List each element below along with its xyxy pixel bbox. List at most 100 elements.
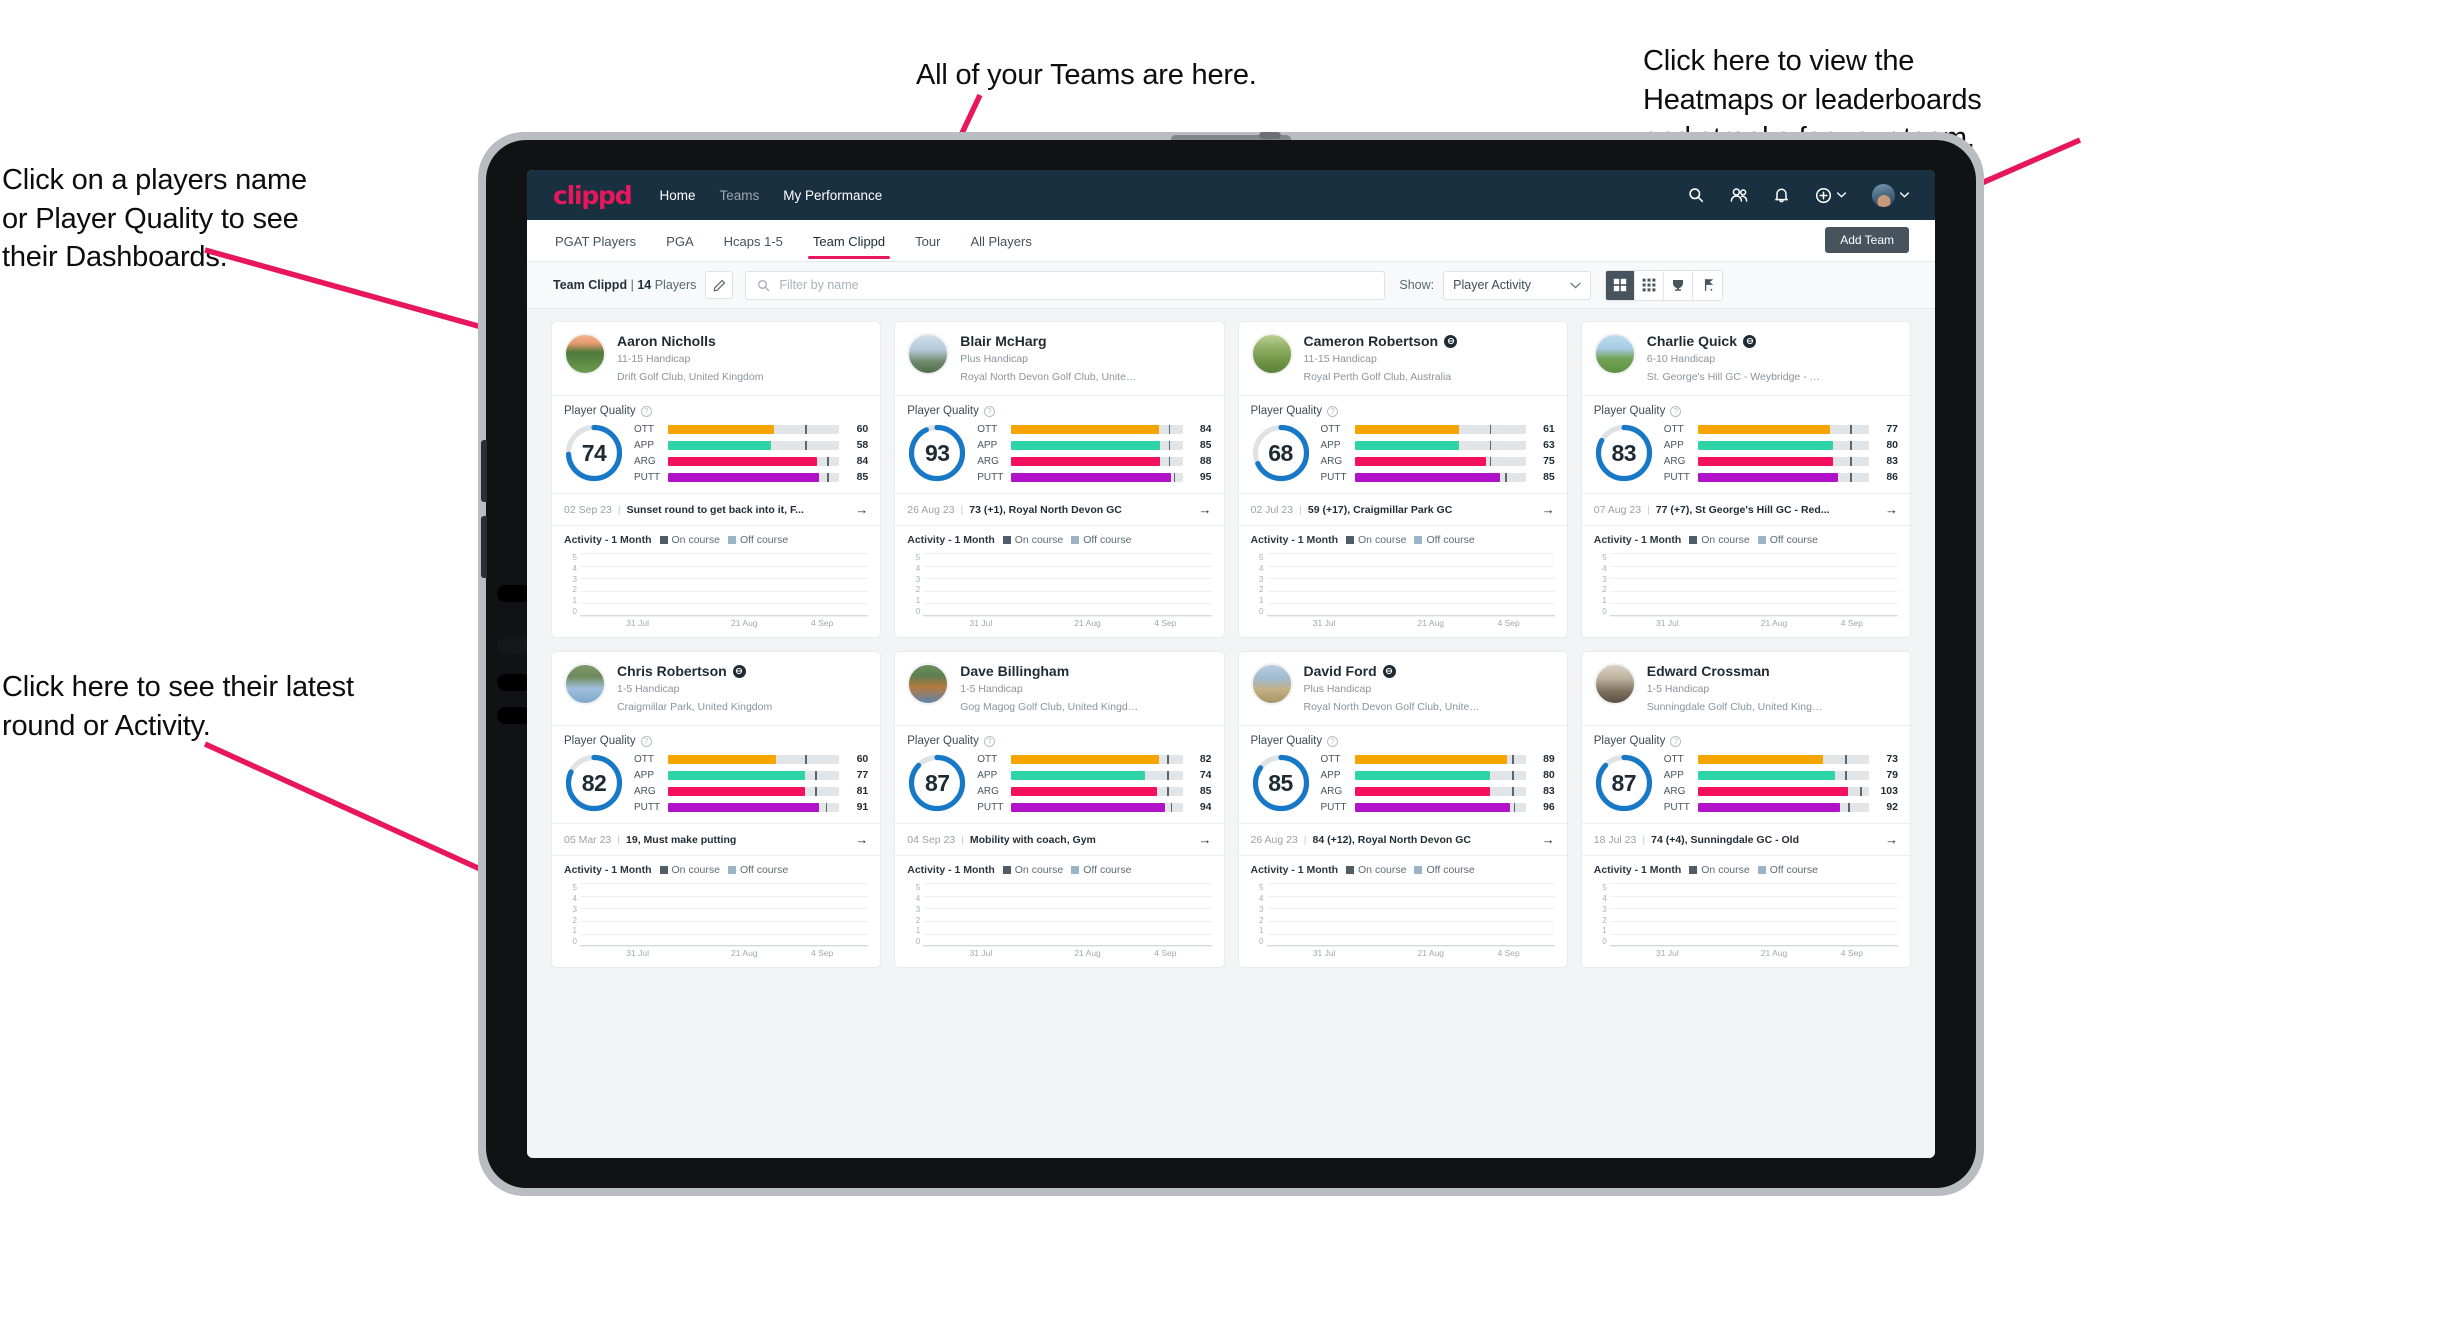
metric-benchmark-tick	[1848, 802, 1850, 812]
player-name-row[interactable]: Edward Crossman	[1647, 663, 1898, 679]
player-name-row[interactable]: Cameron Robertson	[1304, 333, 1555, 349]
player-name-row[interactable]: Chris Robertson	[617, 663, 868, 679]
player-card-header[interactable]: Dave Billingham 1-5 Handicap Gog Magog G…	[895, 652, 1223, 725]
tab-tour[interactable]: Tour	[913, 223, 942, 259]
player-card-header[interactable]: Charlie Quick 6-10 Handicap St. George's…	[1582, 322, 1910, 395]
arrow-right-icon[interactable]: →	[1542, 832, 1555, 847]
metric-bar-fill	[668, 802, 819, 812]
arrow-right-icon[interactable]: →	[1542, 502, 1555, 517]
chart-bars	[1267, 883, 1555, 945]
tablet-volume-up[interactable]	[481, 440, 487, 502]
tab-pgat-players[interactable]: PGAT Players	[553, 223, 638, 259]
player-quality-section[interactable]: Player Quality ? 87 OTT 73 APP 79 ARG 10…	[1581, 725, 1910, 823]
player-card-header[interactable]: Chris Robertson 1-5 Handicap Craigmillar…	[552, 652, 880, 725]
help-icon[interactable]: ?	[640, 405, 652, 417]
bell-icon[interactable]	[1774, 187, 1789, 203]
arrow-right-icon[interactable]: →	[1885, 502, 1898, 517]
player-card[interactable]: Cameron Robertson 11-15 Handicap Royal P…	[1237, 321, 1568, 639]
player-quality-section[interactable]: Player Quality ? 68 OTT 61 APP 63 ARG 75…	[1238, 395, 1567, 493]
flag-course-view-button[interactable]	[1693, 271, 1722, 300]
nav-home[interactable]: Home	[659, 188, 695, 203]
player-quality-section[interactable]: Player Quality ? 85 OTT 89 APP 80 ARG 83…	[1238, 725, 1567, 823]
metric-value: 91	[856, 801, 869, 814]
player-card-header[interactable]: David Ford Plus Handicap Royal North Dev…	[1239, 652, 1567, 725]
player-card-header[interactable]: Aaron Nicholls 11-15 Handicap Drift Golf…	[552, 322, 880, 395]
player-name: Aaron Nicholls	[617, 333, 716, 349]
pencil-icon[interactable]	[705, 271, 734, 299]
team-separator: |	[630, 278, 634, 292]
latest-activity-row[interactable]: 04 Sep 23 | Mobility with coach, Gym →	[895, 823, 1224, 855]
metric-bar-fill	[1011, 786, 1157, 796]
arrow-right-icon[interactable]: →	[1199, 832, 1212, 847]
player-card[interactable]: Blair McHarg Plus Handicap Royal North D…	[894, 321, 1225, 639]
chart-ytick: 2	[1602, 585, 1607, 595]
latest-activity-row[interactable]: 26 Aug 23 | 73 (+1), Royal North Devon G…	[895, 493, 1224, 525]
metric-bar-track	[1011, 802, 1183, 812]
player-quality-section[interactable]: Player Quality ? 93 OTT 84 APP 85 ARG 88…	[895, 395, 1224, 493]
show-select[interactable]: Player Activity	[1443, 270, 1592, 300]
player-card-header[interactable]: Cameron Robertson 11-15 Handicap Royal P…	[1239, 322, 1567, 395]
player-card-header[interactable]: Blair McHarg Plus Handicap Royal North D…	[895, 322, 1223, 395]
latest-activity-row[interactable]: 07 Aug 23 | 77 (+7), St George's Hill GC…	[1581, 493, 1910, 525]
player-name-row[interactable]: Blair McHarg	[960, 333, 1211, 349]
player-card[interactable]: Charlie Quick 6-10 Handicap St. George's…	[1580, 321, 1911, 639]
avatar[interactable]	[1872, 183, 1909, 207]
tablet-volume-down[interactable]	[481, 516, 487, 578]
quality-metric-row: ARG 103	[1664, 785, 1898, 797]
player-card[interactable]: Dave Billingham 1-5 Handicap Gog Magog G…	[894, 651, 1225, 969]
player-card[interactable]: David Ford Plus Handicap Royal North Dev…	[1237, 651, 1568, 969]
clippd-logo[interactable]: clippd	[553, 181, 633, 210]
grid-dense-view-button[interactable]	[1635, 270, 1665, 300]
latest-activity-row[interactable]: 05 Mar 23 | 19, Must make putting →	[552, 823, 881, 855]
chart-ytick: 2	[572, 915, 577, 925]
quality-metric-row: APP 63	[1321, 439, 1555, 451]
player-name-row[interactable]: Charlie Quick	[1647, 333, 1898, 349]
help-icon[interactable]: ?	[1327, 405, 1339, 417]
add-team-button[interactable]: Add Team	[1825, 227, 1909, 253]
chart-ytick: 1	[1259, 596, 1264, 606]
player-card[interactable]: Aaron Nicholls 11-15 Handicap Drift Golf…	[551, 321, 882, 639]
latest-activity-row[interactable]: 26 Aug 23 | 84 (+12), Royal North Devon …	[1238, 823, 1567, 855]
nav-teams[interactable]: Teams	[719, 188, 759, 203]
help-icon[interactable]: ?	[983, 405, 995, 417]
search-icon[interactable]	[1688, 187, 1704, 203]
player-card-header[interactable]: Edward Crossman 1-5 Handicap Sunningdale…	[1582, 652, 1910, 725]
player-name-row[interactable]: Dave Billingham	[960, 663, 1211, 679]
latest-activity-row[interactable]: 02 Sep 23 | Sunset round to get back int…	[552, 493, 881, 525]
latest-activity-row[interactable]: 18 Jul 23 | 74 (+4), Sunningdale GC - Ol…	[1581, 823, 1910, 855]
help-icon[interactable]: ?	[1670, 735, 1682, 747]
help-icon[interactable]: ?	[983, 735, 995, 747]
tab-hcaps-1-5[interactable]: Hcaps 1-5	[722, 223, 785, 259]
metric-label: APP	[977, 769, 998, 781]
latest-text: 84 (+12), Royal North Devon GC	[1312, 833, 1471, 846]
help-icon[interactable]: ?	[640, 735, 652, 747]
tab-all-players[interactable]: All Players	[968, 223, 1033, 259]
tab-team-clippd[interactable]: Team Clippd	[807, 223, 891, 259]
search-input[interactable]: Filter by name	[745, 270, 1386, 300]
metric-bar-fill	[1011, 424, 1159, 434]
player-quality-section[interactable]: Player Quality ? 74 OTT 60 APP 58 ARG 84…	[552, 395, 881, 493]
player-name-row[interactable]: Aaron Nicholls	[617, 333, 868, 349]
grid-large-view-button[interactable]	[1606, 270, 1636, 300]
arrow-right-icon[interactable]: →	[855, 502, 868, 517]
nav-my-performance[interactable]: My Performance	[783, 188, 882, 203]
arrow-right-icon[interactable]: →	[855, 832, 868, 847]
player-quality-section[interactable]: Player Quality ? 87 OTT 82 APP 74 ARG 85…	[895, 725, 1224, 823]
legend-on-course-label: On course	[1014, 864, 1064, 877]
help-icon[interactable]: ?	[1670, 405, 1682, 417]
arrow-right-icon[interactable]: →	[1199, 502, 1212, 517]
arrow-right-icon[interactable]: →	[1885, 832, 1898, 847]
metric-label: ARG	[1663, 455, 1686, 467]
trophy-leaderboard-view-button[interactable]	[1664, 270, 1694, 300]
player-quality-section[interactable]: Player Quality ? 83 OTT 77 APP 80 ARG 83…	[1581, 395, 1910, 493]
player-name-row[interactable]: David Ford	[1304, 663, 1555, 679]
player-quality-section[interactable]: Player Quality ? 82 OTT 60 APP 77 ARG 81…	[552, 725, 881, 823]
tab-pga[interactable]: PGA	[664, 223, 695, 259]
latest-activity-row[interactable]: 02 Jul 23 | 59 (+17), Craigmillar Park G…	[1238, 493, 1567, 525]
player-card[interactable]: Chris Robertson 1-5 Handicap Craigmillar…	[551, 651, 882, 969]
player-card[interactable]: Edward Crossman 1-5 Handicap Sunningdale…	[1580, 651, 1911, 969]
plus-circle-icon[interactable]	[1815, 187, 1846, 204]
help-icon[interactable]: ?	[1327, 735, 1339, 747]
team-player-count: 14	[637, 278, 652, 292]
people-icon[interactable]	[1730, 187, 1748, 203]
